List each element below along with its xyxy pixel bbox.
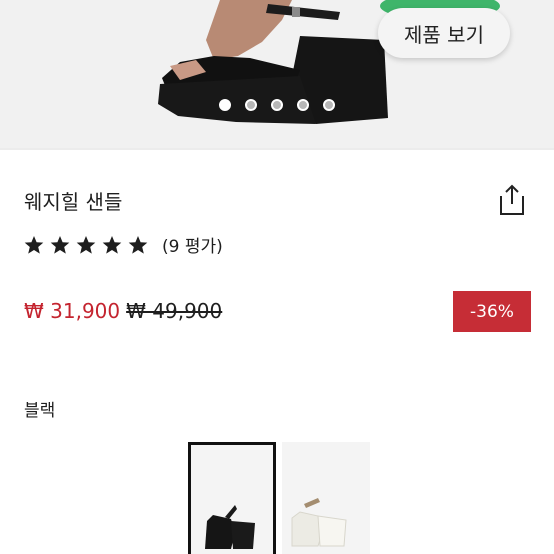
product-rating[interactable]: (9 평가) xyxy=(24,232,223,257)
product-image-carousel[interactable]: 제품 보기 xyxy=(0,0,554,148)
view-product-button[interactable]: 제품 보기 xyxy=(378,8,510,58)
white-sandal-thumbnail xyxy=(282,442,370,554)
carousel-dot[interactable] xyxy=(271,99,283,111)
star-icon xyxy=(24,235,44,254)
original-price: ₩ 49,900 xyxy=(126,299,223,323)
review-count[interactable]: (9 평가) xyxy=(162,232,223,257)
rating-stars xyxy=(24,235,148,255)
section-divider xyxy=(0,148,554,150)
carousel-indicator xyxy=(219,99,335,111)
star-icon xyxy=(102,235,122,254)
carousel-dot[interactable] xyxy=(219,99,231,111)
star-icon xyxy=(128,235,148,254)
star-icon xyxy=(50,235,70,254)
color-swatch-white[interactable] xyxy=(282,442,370,554)
color-swatch-black[interactable] xyxy=(188,442,276,554)
share-button[interactable] xyxy=(494,182,530,218)
carousel-dot[interactable] xyxy=(297,99,309,111)
product-title: 웨지힐 샌들 xyxy=(24,190,123,214)
selected-color-label: 블랙 xyxy=(24,401,56,421)
carousel-dot[interactable] xyxy=(245,99,257,111)
sale-price: ₩ 31,900 xyxy=(24,299,121,323)
share-icon xyxy=(500,184,524,215)
black-sandal-thumbnail xyxy=(191,445,273,554)
star-icon xyxy=(76,235,96,254)
carousel-dot[interactable] xyxy=(323,99,335,111)
discount-badge: -36% xyxy=(453,291,531,332)
price-block: ₩ 31,900 ₩ 49,900 xyxy=(24,299,222,323)
